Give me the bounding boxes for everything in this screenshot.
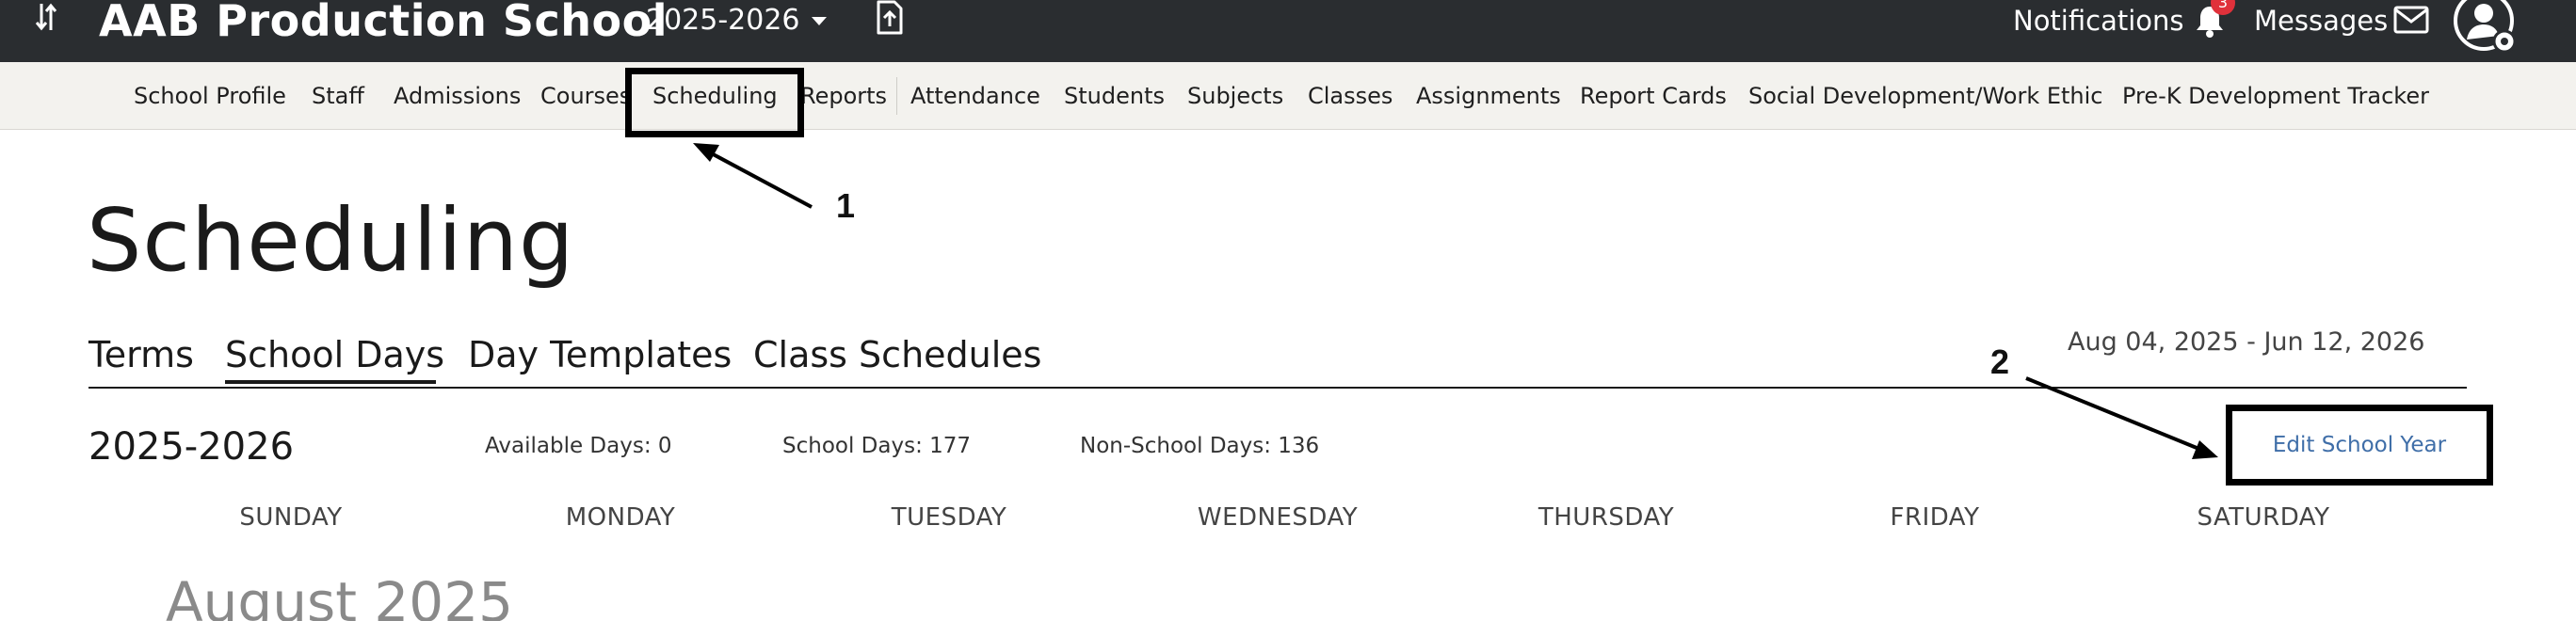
weekday-header-tuesday: TUESDAY [891, 503, 1007, 532]
available-days-stat: Available Days: 0 [485, 434, 672, 458]
top-bar: AAB Production School 2025-2026 Notifica… [0, 0, 2576, 62]
annotation-arrow-2 [2025, 376, 2202, 452]
weekday-header-saturday: SATURDAY [2197, 503, 2330, 532]
annotation-arrowhead-2 [2192, 440, 2218, 459]
annotation-label-2: 2 [1990, 342, 2010, 381]
weekday-header-monday: MONDAY [565, 503, 676, 532]
weekday-header-sunday: SUNDAY [239, 503, 343, 532]
weekday-header-friday: FRIDAY [1890, 503, 1980, 532]
user-settings-icon[interactable] [2452, 0, 2520, 56]
messages-link[interactable]: Messages [2254, 2, 2388, 40]
nav-item-report-cards[interactable]: Report Cards [1580, 62, 1727, 130]
tab-day-templates[interactable]: Day Templates [468, 331, 732, 378]
nav-item-social-development[interactable]: Social Development/Work Ethic [1748, 62, 2103, 130]
notifications-link[interactable]: Notifications [2013, 2, 2184, 40]
weekday-header-wednesday: WEDNESDAY [1197, 503, 1359, 532]
page-title: Scheduling [87, 190, 575, 291]
nav-divider [896, 77, 897, 115]
tab-school-days[interactable]: School Days [225, 331, 444, 378]
mail-icon[interactable] [2393, 6, 2429, 34]
nav-item-subjects[interactable]: Subjects [1187, 62, 1283, 130]
month-title: August 2025 [166, 570, 514, 621]
school-name[interactable]: AAB Production School [99, 0, 668, 47]
annotation-box-2 [2226, 405, 2493, 486]
school-days-stat: School Days: 177 [782, 434, 972, 458]
sort-icon[interactable] [34, 0, 58, 38]
nav-item-admissions[interactable]: Admissions [394, 62, 521, 130]
tabs-divider [89, 387, 2467, 389]
non-school-days-stat: Non-School Days: 136 [1080, 434, 1320, 458]
nav-item-courses[interactable]: Courses [540, 62, 631, 130]
chevron-down-icon [811, 17, 827, 25]
school-year-heading: 2025-2026 [89, 425, 295, 469]
nav-item-students[interactable]: Students [1064, 62, 1165, 130]
annotation-arrow-1 [705, 149, 813, 209]
school-year-value: 2025-2026 [646, 4, 800, 37]
tab-terms[interactable]: Terms [89, 331, 194, 378]
annotation-label-1: 1 [836, 186, 856, 225]
active-tab-indicator [225, 380, 436, 384]
nav-item-school-profile[interactable]: School Profile [134, 62, 286, 130]
nav-item-staff[interactable]: Staff [312, 62, 364, 130]
main-nav: School Profile Staff Admissions Courses … [0, 62, 2576, 130]
export-icon[interactable] [876, 0, 904, 36]
nav-item-attendance[interactable]: Attendance [910, 62, 1040, 130]
nav-item-pre-k-tracker[interactable]: Pre-K Development Tracker [2122, 62, 2429, 130]
annotation-box-1 [625, 68, 804, 137]
nav-item-assignments[interactable]: Assignments [1416, 62, 1561, 130]
school-year-select[interactable]: 2025-2026 [646, 2, 827, 40]
nav-item-classes[interactable]: Classes [1308, 62, 1393, 130]
annotation-arrowhead-1 [693, 143, 719, 162]
weekday-header-thursday: THURSDAY [1538, 503, 1675, 532]
nav-item-reports[interactable]: Reports [800, 62, 887, 130]
tab-class-schedules[interactable]: Class Schedules [753, 331, 1041, 378]
date-range: Aug 04, 2025 - Jun 12, 2026 [2068, 327, 2425, 357]
